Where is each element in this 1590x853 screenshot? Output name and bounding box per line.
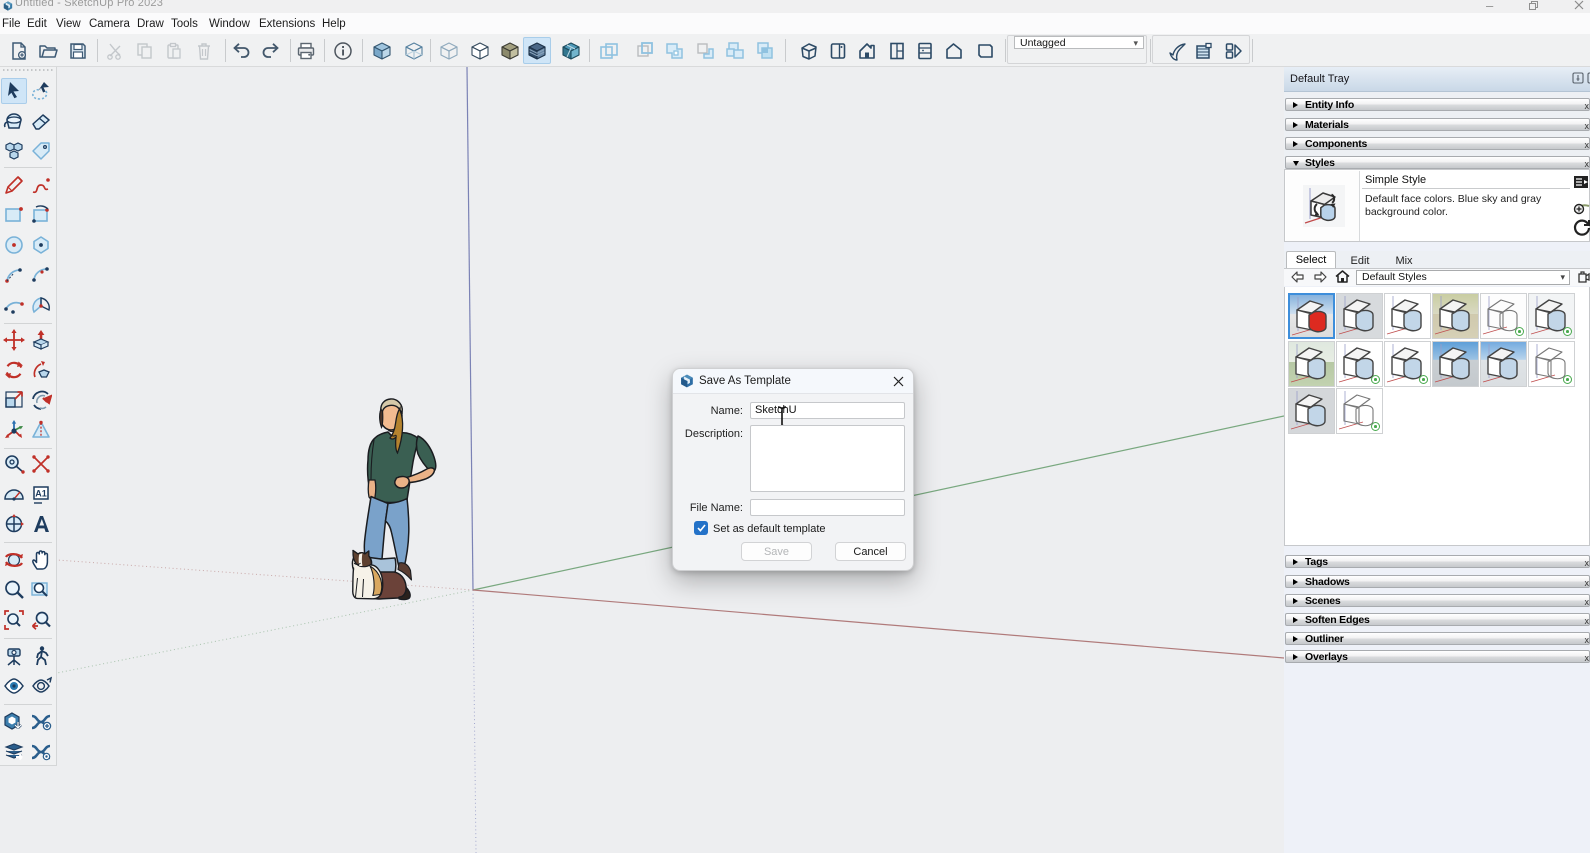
svg-text:A1: A1 — [35, 489, 47, 499]
